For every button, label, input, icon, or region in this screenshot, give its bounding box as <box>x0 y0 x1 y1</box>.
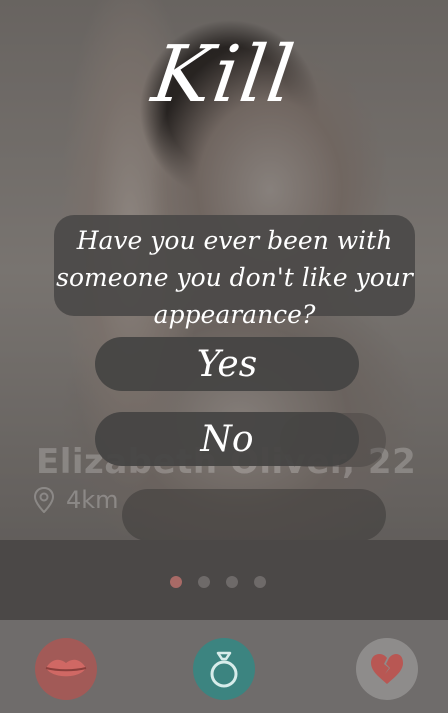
question-text: Have you ever been with someone you don'… <box>56 226 413 329</box>
kiss-button[interactable] <box>35 638 97 700</box>
page-dot-active[interactable] <box>170 576 182 588</box>
page-dot[interactable] <box>198 576 210 588</box>
profile-distance: 4km <box>34 486 119 514</box>
marry-button[interactable] <box>193 638 255 700</box>
no-button[interactable]: No <box>95 412 359 466</box>
distance-value: 4km <box>66 486 119 514</box>
overlay-title: Kill <box>147 30 301 120</box>
page-dot[interactable] <box>254 576 266 588</box>
lips-icon <box>45 659 87 677</box>
page-indicator <box>170 576 266 588</box>
background-button <box>122 489 386 541</box>
broken-heart-icon <box>371 654 403 684</box>
ring-icon <box>210 651 238 688</box>
page-dot[interactable] <box>226 576 238 588</box>
app-screen: Elizabeth Oliver, 22 4km Kill Have <box>0 0 448 713</box>
yes-button[interactable]: Yes <box>95 337 359 391</box>
kill-button[interactable] <box>356 638 418 700</box>
location-pin-icon <box>34 487 54 513</box>
